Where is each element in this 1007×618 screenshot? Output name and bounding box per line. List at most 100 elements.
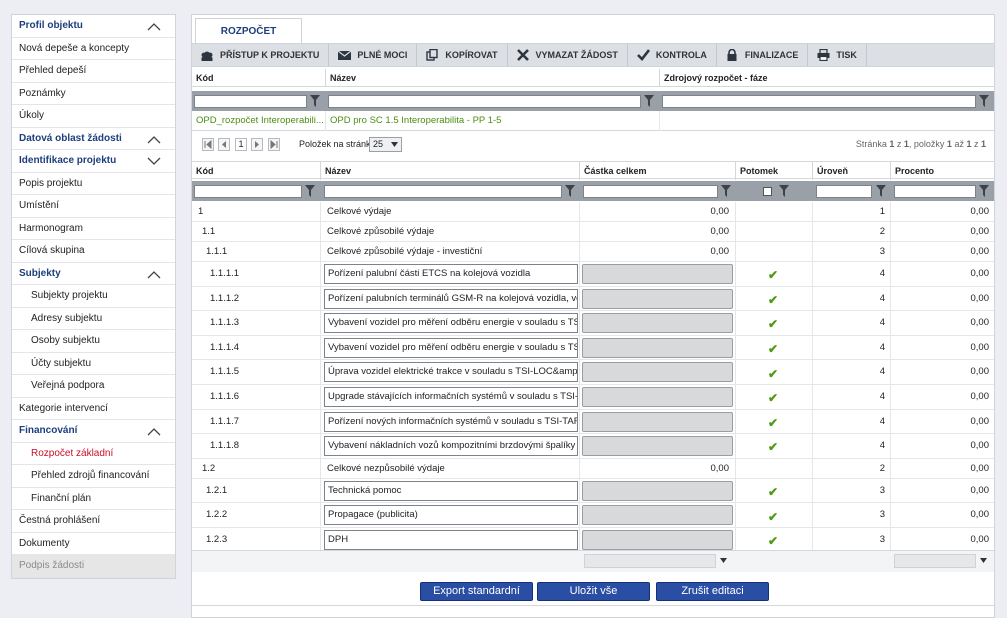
current-page-input[interactable]: 1 [235,138,247,151]
column-header-procento[interactable]: Procento [891,162,994,180]
table-row[interactable]: 1.1.1.5 Úprava vozidel elektrické trakce … [192,360,994,385]
table-row[interactable]: 1.1.1.4 Vybavení vozidel pro měření odběr… [192,335,994,361]
per-page-select[interactable]: 25 [369,137,402,152]
sidebar-item-finanční-plán[interactable]: Finanční plán [12,488,175,510]
sidebar-item-poznámky[interactable]: Poznámky [12,83,175,105]
filter-icon[interactable] [310,95,320,107]
save-all-button[interactable]: Uložit vše [537,582,650,601]
sidebar-item-přehled-zdrojů-financování[interactable]: Přehled zdrojů financování [12,465,175,488]
nazev-input[interactable]: Upgrade stávajících informačních systémů… [324,387,578,407]
toolbar-button-checkmark[interactable]: KONTROLA [628,44,717,66]
table-row[interactable]: 1.1.1 Celkové způsobilé výdaje - investič… [192,242,994,262]
sidebar-item-umístění[interactable]: Umístění [12,195,175,218]
table-row[interactable]: 1.1 Celkové způsobilé výdaje 0,00 2 0,00 [192,222,994,242]
nazev-input[interactable]: Pořízení palubní části ETCS na kolejová … [324,264,578,284]
sidebar-item-subjekty[interactable]: Subjekty [12,263,175,285]
nazev-input[interactable]: Vybavení nákladních vozů kompozitními br… [324,436,578,457]
sidebar-item-účty-subjektu[interactable]: Účty subjektu [12,353,175,375]
filter-input-nazev[interactable] [328,95,641,108]
top-table-row[interactable]: OPD_rozpočet Interoperabili... OPD pro S… [192,111,994,131]
nazev-input[interactable]: DPH [324,530,578,550]
nazev-input[interactable]: Úprava vozidel elektrické trakce v soula… [324,362,578,383]
table-row[interactable]: 1.1.1.3 Vybavení vozidel pro měření odběr… [192,311,994,336]
sidebar-item-financování[interactable]: Financování [12,420,175,443]
summary-dropdown-procento[interactable] [894,554,976,568]
toolbar-button-cross[interactable]: VYMAZAT ŽÁDOST [508,44,628,66]
table-row[interactable]: 1.2 Celkové nezpůsobilé výdaje 0,00 2 0,00 [192,458,994,479]
toolbar-button-printer[interactable]: TISK [808,44,867,66]
export-button[interactable]: Export standardní [420,582,533,601]
chevron-up-icon[interactable] [147,135,161,144]
filter-icon[interactable] [979,95,989,107]
nazev-input[interactable]: Propagace (publicita) [324,505,578,526]
cell-nazev[interactable]: OPD pro SC 1.5 Interoperabilita - PP 1-5 [326,111,660,131]
toolbar-button-people[interactable]: PŘÍSTUP K PROJEKTU [192,44,330,66]
chevron-up-icon[interactable] [147,427,161,436]
chevron-up-icon[interactable] [147,22,161,31]
table-row[interactable]: 1 Celkové výdaje 0,00 1 0,00 [192,202,994,222]
filter-icon[interactable] [876,185,886,197]
table-row[interactable]: 1.1.1.2 Pořízení palubních terminálů GSM-… [192,286,994,312]
nazev-input[interactable]: Vybavení vozidel pro měření odběru energ… [324,337,578,358]
sidebar-item-nová-depeše-a-koncepty[interactable]: Nová depeše a koncepty [12,38,175,60]
sidebar-item-identifikace-projektu[interactable]: Identifikace projektu [12,150,175,173]
table-row[interactable]: 1.1.1.8 Vybavení nákladních vozů kompozit… [192,434,994,459]
cell-kod[interactable]: OPD_rozpočet Interoperabili... [192,111,326,131]
filter-input-kod[interactable] [194,95,307,108]
filter-checkbox-potomek[interactable] [763,187,772,196]
summary-dropdown-castka[interactable] [584,554,716,568]
prev-page-button[interactable] [218,138,230,151]
filter-input-procento[interactable] [894,185,976,198]
chevron-down-icon[interactable] [980,558,987,563]
last-page-button[interactable] [268,138,280,151]
column-header-kod[interactable]: Kód [192,69,326,87]
sidebar-item-harmonogram[interactable]: Harmonogram [12,218,175,240]
filter-input-nazev[interactable] [324,185,562,198]
sidebar-item-datová-oblast-žádosti[interactable]: Datová oblast žádosti [12,128,175,150]
column-header-uroven[interactable]: Úroveň [813,162,891,180]
nazev-input[interactable]: Pořízení nových informačních systémů v s… [324,411,578,432]
nazev-input[interactable]: Technická pomoc [324,480,578,501]
sidebar-item-kategorie-intervencí[interactable]: Kategorie intervencí [12,398,175,420]
sidebar-item-subjekty-projektu[interactable]: Subjekty projektu [12,285,175,308]
filter-icon[interactable] [779,185,789,197]
sidebar-item-dokumenty[interactable]: Dokumenty [12,533,175,555]
sidebar-item-čestná-prohlášení[interactable]: Čestná prohlášení [12,510,175,533]
nazev-input[interactable]: Pořízení palubních terminálů GSM-R na ko… [324,288,578,309]
toolbar-button-copy[interactable]: KOPÍROVAT [417,44,508,66]
toolbar-button-envelope[interactable]: PLNÉ MOCI [329,44,418,66]
table-row[interactable]: 1.2.2 Propagace (publicita) ✔ 3 0,00 [192,503,994,528]
filter-input-faze[interactable] [662,95,976,108]
sidebar-item-úkoly[interactable]: Úkoly [12,105,175,128]
column-header-potomek[interactable]: Potomek [736,162,813,180]
chevron-up-icon[interactable] [147,270,161,279]
column-header-kod[interactable]: Kód [192,162,321,180]
tab-rozpocet-zakladni[interactable]: ROZPOČET ZÁKLADNÍ [195,18,302,63]
column-header-zdrojovy-rozpocet[interactable]: Zdrojový rozpočet - fáze [660,69,994,87]
chevron-down-icon[interactable] [147,157,161,166]
column-header-nazev[interactable]: Název [321,162,580,180]
sidebar-item-popis-projektu[interactable]: Popis projektu [12,173,175,195]
filter-icon[interactable] [721,185,731,197]
table-row[interactable]: 1.1.1.6 Upgrade stávajících informačních … [192,385,994,410]
chevron-down-icon[interactable] [720,558,727,563]
cancel-edit-button[interactable]: Zrušit editaci [656,582,769,601]
sidebar-item-rozpočet-základní[interactable]: Rozpočet základní [12,443,175,465]
filter-icon[interactable] [644,95,654,107]
sidebar-item-veřejná-podpora[interactable]: Veřejná podpora [12,375,175,398]
filter-icon[interactable] [565,185,575,197]
filter-input-uroven[interactable] [816,185,872,198]
nazev-input[interactable]: Vybavení vozidel pro měření odběru energ… [324,313,578,334]
table-row[interactable]: 1.2.3 DPH ✔ 3 0,00 [192,528,994,553]
filter-input-castka[interactable] [583,185,718,198]
sidebar-item-adresy-subjektu[interactable]: Adresy subjektu [12,308,175,330]
table-row[interactable]: 1.1.1.1 Pořízení palubní části ETCS na ko… [192,262,994,287]
column-header-nazev[interactable]: Název [326,69,660,87]
next-page-button[interactable] [251,138,263,151]
sidebar-item-osoby-subjektu[interactable]: Osoby subjektu [12,330,175,353]
table-row[interactable]: 1.2.1 Technická pomoc ✔ 3 0,00 [192,478,994,504]
column-header-castka[interactable]: Částka celkem [580,162,736,180]
sidebar-item-přehled-depeší[interactable]: Přehled depeší [12,60,175,83]
first-page-button[interactable] [202,138,214,151]
filter-icon[interactable] [305,185,315,197]
